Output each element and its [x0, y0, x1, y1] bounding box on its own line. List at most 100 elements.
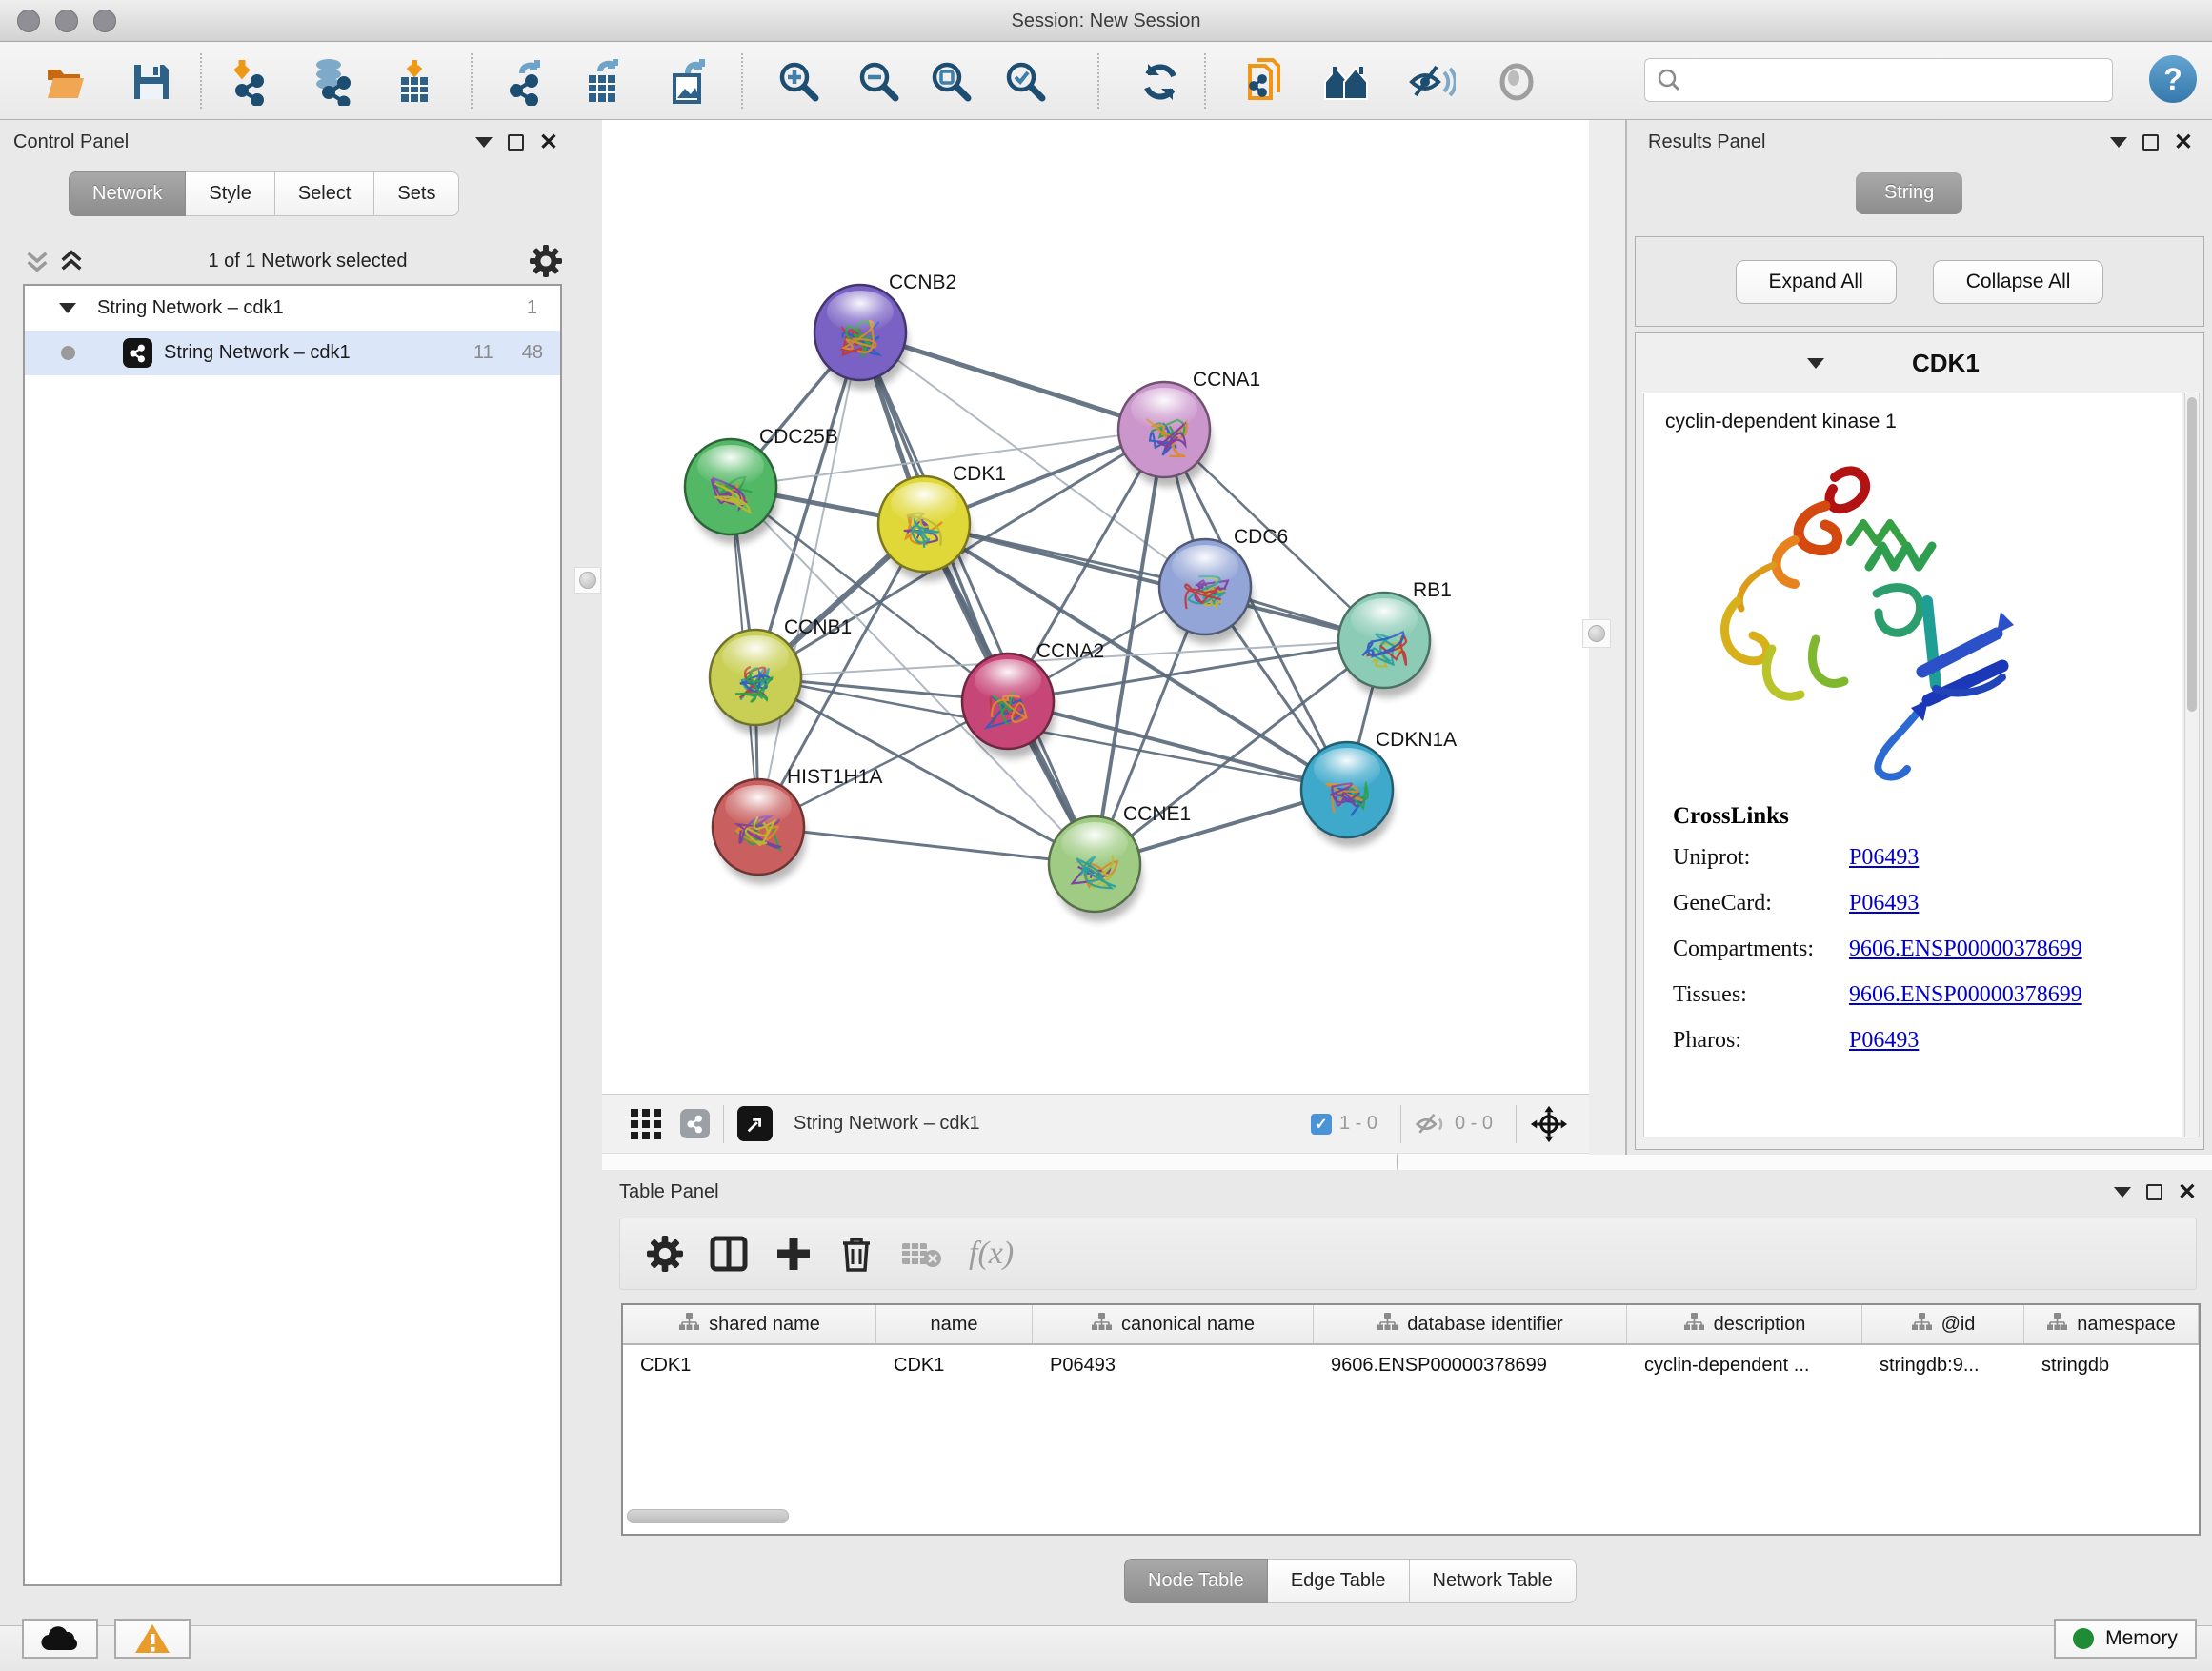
zoom-selected-icon[interactable] — [998, 54, 1054, 110]
import-network-file-icon[interactable] — [223, 54, 278, 110]
hidden-eye-icon[interactable] — [1415, 1111, 1447, 1137]
import-table-icon[interactable] — [387, 54, 442, 110]
edge-ccnb2-hist1h1a[interactable] — [758, 332, 860, 827]
crosslink-link[interactable]: 9606.ENSP00000378699 — [1849, 982, 2082, 1008]
expand-all-button[interactable]: Expand All — [1736, 260, 1897, 304]
string-home-icon[interactable] — [1319, 54, 1375, 110]
collapse-all-chevron-icon[interactable] — [23, 248, 51, 274]
node-cdc6[interactable]: CDC6 — [1159, 526, 1288, 644]
tab-network[interactable]: Network — [69, 171, 186, 216]
refresh-icon[interactable] — [1133, 54, 1188, 110]
table-settings-gear-icon[interactable] — [647, 1236, 683, 1272]
tab-style[interactable]: Style — [186, 171, 274, 216]
panel-float-icon[interactable] — [2146, 1184, 2162, 1200]
tab-sets[interactable]: Sets — [374, 171, 459, 216]
selected-checkbox-icon[interactable]: ✓ — [1311, 1114, 1332, 1135]
open-session-icon[interactable] — [38, 54, 93, 110]
memory-button[interactable]: Memory — [2054, 1619, 2197, 1659]
function-builder-icon[interactable]: f(x) — [969, 1236, 1014, 1272]
panel-close-icon[interactable]: ✕ — [539, 134, 558, 151]
network-row[interactable]: String Network – cdk1 11 48 — [25, 331, 560, 375]
cloud-status-button[interactable] — [22, 1619, 98, 1659]
edge-ccna2-cdkn1a[interactable] — [1008, 701, 1347, 790]
import-network-database-icon[interactable] — [303, 54, 358, 110]
right-splitter-handle[interactable] — [1582, 619, 1611, 648]
fit-selected-target-icon[interactable] — [1530, 1105, 1568, 1143]
search-input[interactable] — [1681, 61, 2101, 99]
help-icon[interactable]: ? — [2149, 55, 2197, 103]
column-header-shared-name[interactable]: shared name — [623, 1305, 876, 1343]
table-row[interactable]: CDK1CDK1P064939606.ENSP00000378699cyclin… — [623, 1345, 2199, 1385]
crosslink-link[interactable]: P06493 — [1849, 845, 1919, 871]
network-view-icon[interactable] — [680, 1109, 710, 1138]
column-header-canonical-name[interactable]: canonical name — [1033, 1305, 1314, 1343]
node-rb1[interactable]: RB1 — [1338, 579, 1452, 697]
horizontal-splitter[interactable] — [602, 1153, 2212, 1170]
zoom-out-icon[interactable] — [852, 54, 907, 110]
panel-close-icon[interactable]: ✕ — [2174, 134, 2193, 151]
export-table-icon[interactable] — [575, 54, 631, 110]
table-cell[interactable]: stringdb — [2024, 1345, 2199, 1385]
tab-node-table[interactable]: Node Table — [1124, 1559, 1268, 1603]
panel-menu-icon[interactable] — [475, 137, 493, 148]
network-canvas[interactable]: CCNB2CCNA1CDC25BCDK1CDC6RB1CCNB1CCNA2CDK… — [602, 120, 1589, 1094]
warning-status-button[interactable] — [114, 1619, 191, 1659]
gear-icon[interactable] — [530, 245, 562, 277]
left-splitter-handle[interactable] — [574, 567, 601, 594]
show-columns-icon[interactable] — [710, 1235, 748, 1273]
table-cell[interactable]: P06493 — [1033, 1345, 1314, 1385]
create-column-plus-icon[interactable] — [774, 1235, 813, 1273]
node-section-header[interactable]: CDK1 — [1636, 333, 2203, 393]
save-session-icon[interactable] — [124, 54, 179, 110]
table-cell[interactable]: 9606.ENSP00000378699 — [1314, 1345, 1627, 1385]
node-hist1h1a[interactable]: HIST1H1A — [713, 766, 882, 884]
panel-float-icon[interactable] — [508, 134, 524, 151]
panel-float-icon[interactable] — [2142, 134, 2159, 151]
expand-all-chevron-icon[interactable] — [57, 248, 86, 274]
node-ccna1[interactable]: CCNA1 — [1118, 369, 1260, 487]
search-box[interactable] — [1644, 58, 2113, 102]
export-network-icon[interactable] — [499, 54, 554, 110]
zoom-fit-icon[interactable] — [924, 54, 979, 110]
edge-ccne1-hist1h1a[interactable] — [758, 827, 1095, 864]
grid-view-icon[interactable] — [629, 1107, 663, 1141]
network-collection-row[interactable]: String Network – cdk1 1 — [25, 286, 560, 331]
table-cell[interactable]: CDK1 — [876, 1345, 1033, 1385]
tab-edge-table[interactable]: Edge Table — [1268, 1559, 1410, 1603]
horizontal-splitter-handle[interactable] — [1397, 1154, 1398, 1171]
hide-panel-eye-icon[interactable] — [1404, 54, 1459, 110]
node-ccnb2[interactable]: CCNB2 — [814, 272, 956, 390]
delete-table-icon[interactable] — [900, 1238, 942, 1270]
tab-string[interactable]: String — [1856, 172, 1962, 214]
left-splitter[interactable] — [572, 120, 602, 1625]
column-header--id[interactable]: @id — [1862, 1305, 2024, 1343]
scrollbar-thumb[interactable] — [2187, 397, 2197, 712]
show-panel-eye-icon[interactable] — [1489, 54, 1544, 110]
panel-menu-icon[interactable] — [2114, 1187, 2131, 1198]
edge-ccna1-ccne1[interactable] — [1095, 430, 1164, 864]
results-scrollbar[interactable] — [2184, 393, 2200, 1137]
column-header-namespace[interactable]: namespace — [2024, 1305, 2199, 1343]
section-collapse-icon[interactable] — [1807, 358, 1824, 369]
tab-select[interactable]: Select — [275, 171, 375, 216]
node-ccnb1[interactable]: CCNB1 — [710, 616, 852, 735]
zoom-in-icon[interactable] — [772, 54, 827, 110]
panel-close-icon[interactable]: ✕ — [2178, 1184, 2197, 1200]
table-cell[interactable]: CDK1 — [623, 1345, 876, 1385]
column-header-database-identifier[interactable]: database identifier — [1314, 1305, 1627, 1343]
crosslink-link[interactable]: P06493 — [1849, 891, 1919, 916]
column-header-name[interactable]: name — [876, 1305, 1033, 1343]
table-cell[interactable]: stringdb:9... — [1862, 1345, 2024, 1385]
crosslink-link[interactable]: P06493 — [1849, 1028, 1919, 1054]
delete-column-trash-icon[interactable] — [839, 1235, 874, 1273]
table-hscrollbar-thumb[interactable] — [627, 1509, 789, 1523]
panel-menu-icon[interactable] — [2110, 137, 2127, 148]
crosslink-link[interactable]: 9606.ENSP00000378699 — [1849, 936, 2082, 962]
collapse-all-button[interactable]: Collapse All — [1933, 260, 2104, 304]
tree-expand-icon[interactable] — [59, 303, 76, 313]
detach-view-icon[interactable] — [737, 1106, 773, 1141]
edge-cdk1-rb1[interactable] — [924, 524, 1384, 640]
export-image-icon[interactable] — [661, 54, 716, 110]
column-header-description[interactable]: description — [1627, 1305, 1862, 1343]
table-cell[interactable]: cyclin-dependent ... — [1627, 1345, 1862, 1385]
